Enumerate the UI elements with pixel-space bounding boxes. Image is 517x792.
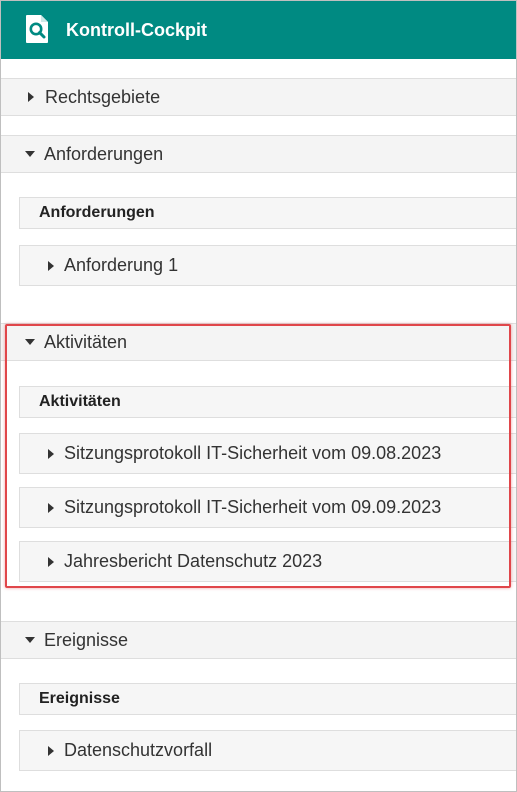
caret-down-icon (25, 637, 35, 643)
caret-right-icon (48, 745, 54, 756)
subsection-header-aktivitaeten: Aktivitäten (19, 386, 516, 418)
section-header-rechtsgebiete[interactable]: Rechtsgebiete (1, 78, 516, 116)
caret-down-icon (25, 151, 35, 157)
list-item-aktivitaet-3[interactable]: Jahresbericht Datenschutz 2023 (19, 541, 516, 582)
caret-down-icon (25, 339, 35, 345)
list-item-aktivitaet-2[interactable]: Sitzungsprotokoll IT-Sicherheit vom 09.0… (19, 487, 516, 528)
caret-right-icon (48, 502, 54, 513)
caret-right-icon (48, 260, 54, 271)
section-header-anforderungen[interactable]: Anforderungen (1, 135, 516, 173)
app-title: Kontroll-Cockpit (66, 20, 207, 40)
subsection-header-anforderungen: Anforderungen (19, 197, 516, 229)
section-header-aktivitaeten[interactable]: Aktivitäten (1, 323, 516, 361)
list-item-label: Jahresbericht Datenschutz 2023 (64, 551, 323, 571)
cockpit-panel: Kontroll-Cockpit Rechtsgebiete Anforderu… (0, 0, 517, 792)
list-item-label: Anforderung 1 (64, 255, 179, 275)
list-item-label: Sitzungsprotokoll IT-Sicherheit vom 09.0… (64, 443, 442, 463)
section-label: Anforderungen (44, 143, 164, 164)
list-item-aktivitaet-1[interactable]: Sitzungsprotokoll IT-Sicherheit vom 09.0… (19, 433, 516, 474)
list-item-label: Datenschutzvorfall (64, 740, 213, 760)
section-label: Aktivitäten (44, 331, 128, 352)
document-search-icon (26, 15, 48, 43)
section-label: Rechtsgebiete (45, 86, 161, 107)
subsection-header-ereignisse: Ereignisse (19, 683, 516, 715)
subsection-label: Ereignisse (39, 690, 120, 707)
section-header-ereignisse[interactable]: Ereignisse (1, 621, 516, 659)
subsection-label: Anforderungen (39, 204, 155, 221)
subsection-label: Aktivitäten (39, 393, 121, 410)
list-item-label: Sitzungsprotokoll IT-Sicherheit vom 09.0… (64, 497, 442, 517)
list-item-datenschutzvorfall[interactable]: Datenschutzvorfall (19, 730, 516, 771)
list-item-anforderung-1[interactable]: Anforderung 1 (19, 245, 516, 286)
caret-right-icon (48, 556, 54, 567)
section-label: Ereignisse (44, 629, 129, 650)
app-header: Kontroll-Cockpit (1, 1, 516, 59)
caret-right-icon (28, 92, 34, 102)
caret-right-icon (48, 448, 54, 459)
